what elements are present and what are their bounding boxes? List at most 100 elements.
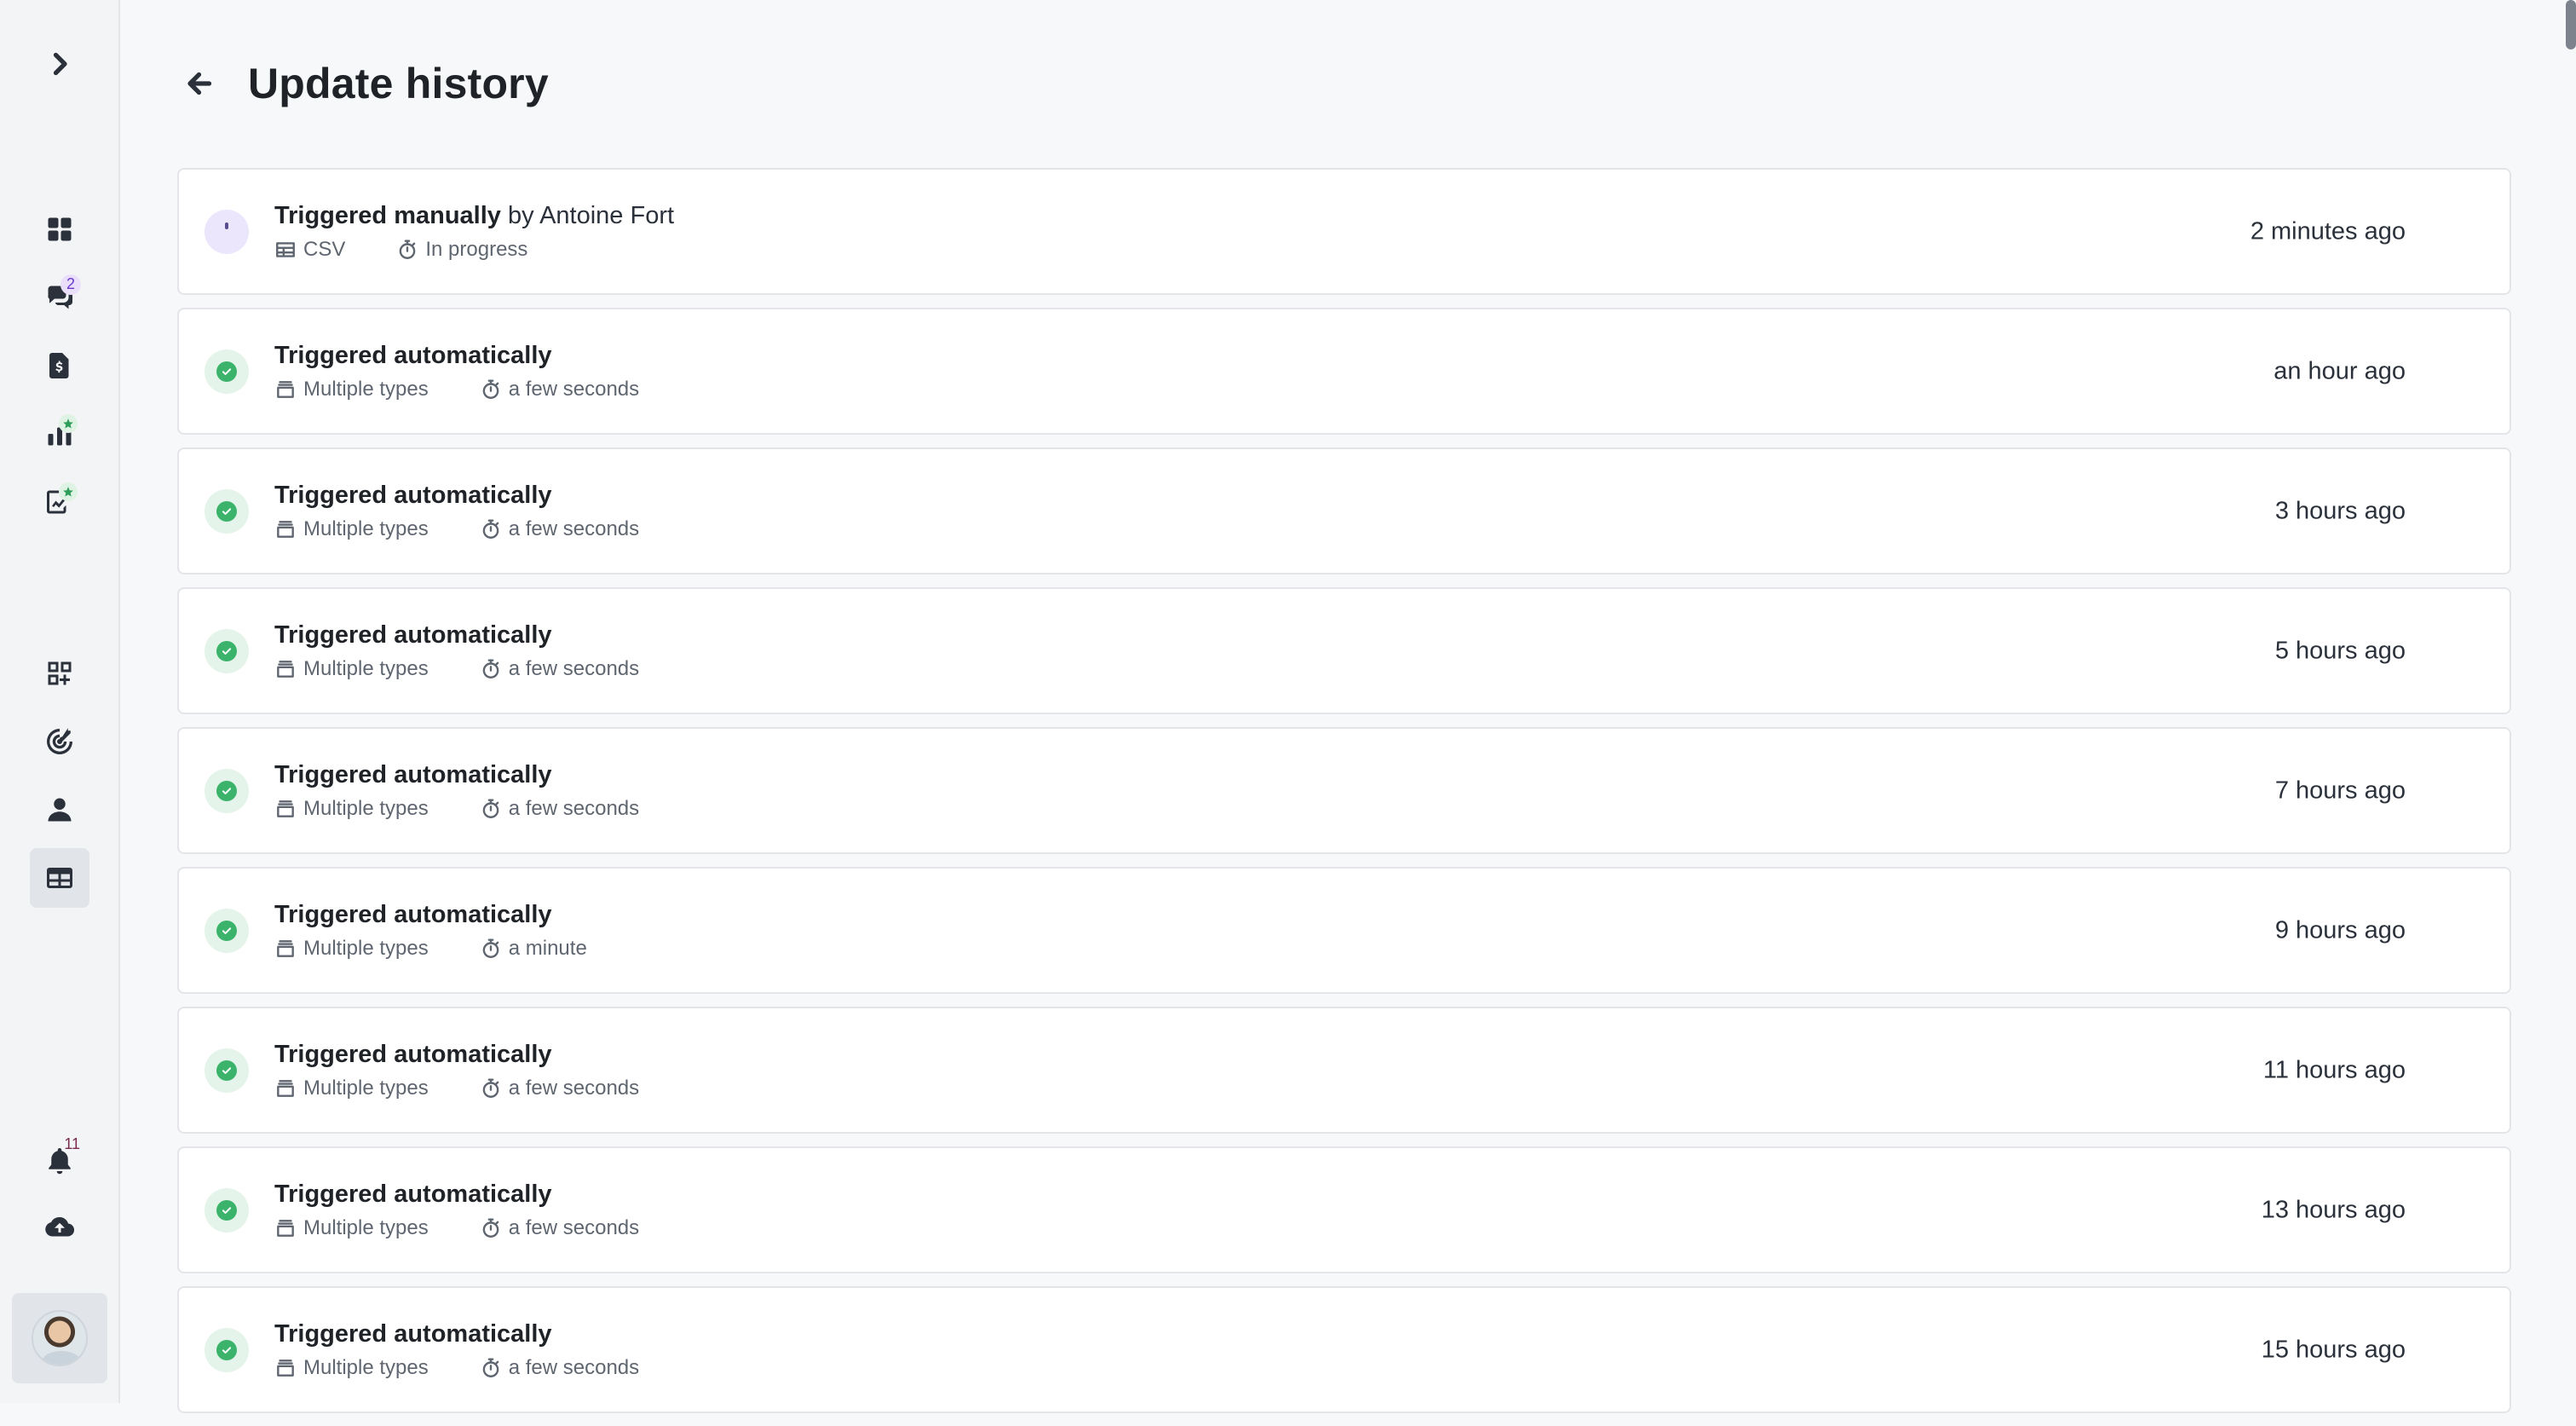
expand-sidebar-button[interactable]: [30, 34, 89, 94]
duration: a few seconds: [480, 657, 639, 681]
duration-label: a few seconds: [508, 1356, 640, 1379]
sidebar-item-analytics[interactable]: [30, 404, 89, 464]
chevron-right-icon: [53, 52, 67, 76]
new-feature-dot: [59, 482, 78, 501]
relative-time: 15 hours ago: [2261, 1336, 2406, 1363]
trigger-label: Triggered automatically: [274, 901, 552, 928]
source-type: Multiple types: [274, 1216, 429, 1240]
sidebar-item-dashboard[interactable]: [30, 199, 89, 259]
status-indicator: [205, 488, 249, 534]
person-icon: [48, 798, 72, 822]
status-indicator: [205, 1048, 249, 1093]
relative-time: 5 hours ago: [2274, 637, 2406, 664]
duration-label: a few seconds: [508, 1216, 640, 1239]
avatar: [32, 1310, 88, 1366]
new-feature-dot: [59, 414, 78, 433]
status-indicator: [205, 628, 249, 673]
row-body: Triggered automatically Multiple types a…: [274, 899, 587, 961]
user-menu-button[interactable]: [12, 1293, 107, 1383]
row-body: Triggered automatically Multiple types a…: [274, 340, 639, 401]
stopwatch-icon: [482, 938, 499, 958]
duration: a few seconds: [480, 1077, 639, 1100]
duration-label: a few seconds: [508, 797, 640, 820]
check-icon: [216, 780, 237, 801]
sidebar-item-invoices[interactable]: [30, 336, 89, 395]
widgets-icon: [48, 661, 72, 685]
duration: a minute: [480, 937, 587, 961]
row-meta: Multiple types a few seconds: [274, 1216, 639, 1240]
check-icon: [216, 500, 237, 522]
history-row[interactable]: Triggered automatically Multiple types a…: [177, 308, 2511, 435]
source-type: Multiple types: [274, 657, 429, 681]
trigger-title: Triggered automatically: [274, 899, 587, 930]
check-icon: [216, 361, 237, 382]
sidebar-item-people[interactable]: [30, 780, 89, 840]
sidebar-item-widgets[interactable]: [30, 644, 89, 703]
sidebar-item-upload[interactable]: [30, 1198, 89, 1257]
history-row[interactable]: Triggered automatically Multiple types a…: [177, 1007, 2511, 1134]
trigger-label: Triggered automatically: [274, 342, 552, 369]
sidebar-item-messages[interactable]: 2: [30, 268, 89, 327]
source-label: Multiple types: [303, 657, 429, 680]
status-indicator: [205, 349, 249, 394]
update-history-list: Triggered manually by Antoine Fort CSV I…: [177, 168, 2511, 1426]
status-indicator: [205, 768, 249, 813]
arrow-left-icon: [187, 72, 212, 95]
source-type: Multiple types: [274, 797, 429, 821]
duration-label: a few seconds: [508, 517, 640, 540]
row-meta: Multiple types a few seconds: [274, 1356, 639, 1380]
duration: a few seconds: [480, 378, 639, 401]
sidebar-item-reports[interactable]: [30, 472, 89, 532]
stack-icon: [277, 1360, 294, 1377]
stopwatch-icon: [482, 519, 499, 539]
duration-label: a few seconds: [508, 657, 640, 680]
cloud-upload-icon: [45, 1216, 75, 1237]
duration-label: a few seconds: [508, 1077, 640, 1100]
history-row[interactable]: Triggered manually by Antoine Fort CSV I…: [177, 168, 2511, 295]
invoice-icon: [49, 353, 69, 378]
source-type: Multiple types: [274, 517, 429, 541]
page-title: Update history: [248, 60, 549, 107]
history-row[interactable]: Triggered automatically Multiple types a…: [177, 867, 2511, 994]
triggered-by: by Antoine Fort: [507, 202, 675, 229]
history-row[interactable]: Triggered automatically Multiple types a…: [177, 1146, 2511, 1273]
trigger-title: Triggered automatically: [274, 340, 639, 371]
status-indicator: [205, 1187, 249, 1233]
relative-time: 2 minutes ago: [2250, 217, 2406, 245]
stack-icon: [277, 661, 294, 678]
trigger-label: Triggered automatically: [274, 1320, 552, 1348]
trigger-label: Triggered automatically: [274, 1041, 552, 1068]
source-label: Multiple types: [303, 937, 429, 960]
trigger-label: Triggered manually: [274, 202, 501, 229]
trigger-label: Triggered automatically: [274, 761, 552, 788]
status-indicator: [205, 1327, 249, 1372]
row-body: Triggered automatically Multiple types a…: [274, 759, 639, 821]
relative-time: 3 hours ago: [2274, 497, 2406, 524]
stack-icon: [277, 521, 294, 538]
source-type: CSV: [274, 238, 345, 262]
history-row[interactable]: Triggered automatically Multiple types a…: [177, 447, 2511, 574]
duration: In progress: [396, 238, 527, 262]
back-button[interactable]: [176, 60, 224, 107]
stopwatch-icon: [482, 1358, 499, 1377]
history-row[interactable]: Triggered automatically Multiple types a…: [177, 727, 2511, 854]
page-header: Update history: [176, 53, 549, 114]
dashboard-icon: [48, 217, 72, 241]
duration: a few seconds: [480, 1356, 639, 1380]
sidebar-item-tables[interactable]: [30, 848, 89, 908]
row-body: Triggered automatically Multiple types a…: [274, 1319, 639, 1380]
history-row[interactable]: Triggered automatically Multiple types a…: [177, 587, 2511, 714]
history-row[interactable]: Triggered automatically Multiple types a…: [177, 1286, 2511, 1413]
stopwatch-icon: [482, 659, 499, 678]
scrollbar[interactable]: [2566, 0, 2576, 49]
relative-time: 9 hours ago: [2274, 916, 2406, 944]
stopwatch-icon: [400, 240, 416, 259]
row-meta: Multiple types a few seconds: [274, 517, 639, 541]
status-indicator: [205, 209, 249, 254]
check-icon: [216, 1199, 237, 1221]
sidebar-item-notifications[interactable]: 11: [30, 1131, 89, 1191]
sidebar: 2 11: [0, 0, 120, 1403]
relative-time: 11 hours ago: [2262, 1056, 2406, 1083]
duration-label: a minute: [508, 937, 587, 960]
sidebar-item-goals[interactable]: [30, 712, 89, 771]
